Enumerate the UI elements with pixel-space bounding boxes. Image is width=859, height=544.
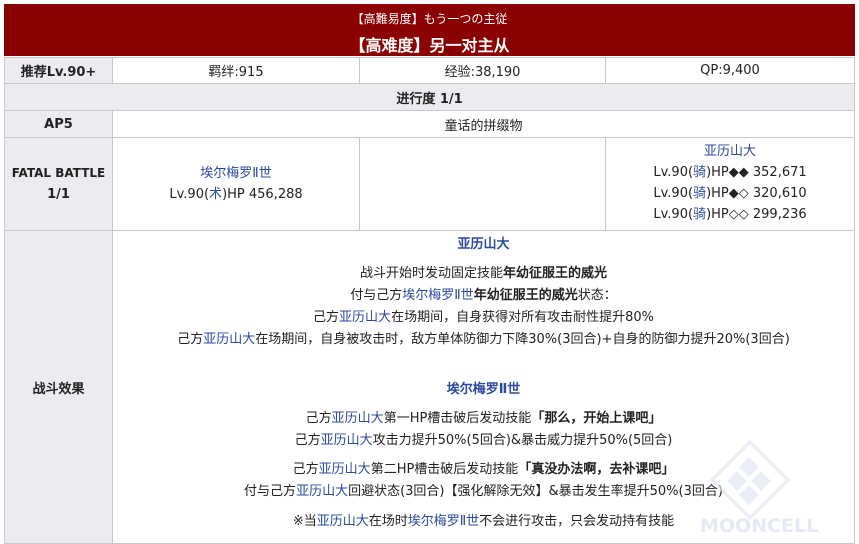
quest-title-jp: 【高難易度】もう一つの主従 xyxy=(351,12,508,26)
ap-cost: AP5 xyxy=(4,110,113,138)
servant-link[interactable]: 亚历山大 xyxy=(321,433,373,448)
effect-line: 己方亚历山大攻击力提升50%(5回合)&暴击威力提升50%(5回合) xyxy=(294,433,673,448)
effect-line: 战斗开始时发动固定技能年幼征服王的威光 xyxy=(359,266,608,281)
servant-link[interactable]: 亚历山大 xyxy=(296,484,348,499)
enemy-alexander-stats-2: Lv.90(骑)HP◆◇ 320,610 xyxy=(653,186,807,201)
servant-link[interactable]: 亚历山大 xyxy=(203,332,255,347)
servant-link[interactable]: 亚历山大 xyxy=(339,310,391,325)
quest-title-bar: 【高難易度】もう一つの主従 【高难度】另一对主从 xyxy=(4,4,855,56)
effect-line: 付与己方埃尔梅罗Ⅱ世年幼征服王的威光状态： xyxy=(350,288,617,303)
drop-item-name: 童话的拼缀物 xyxy=(444,118,523,134)
class-link[interactable]: 术 xyxy=(209,187,222,202)
recommend-level: 推荐Lv.90+ xyxy=(4,57,113,84)
fatal-battle-label: FATAL BATTLE 1/1 xyxy=(4,137,113,231)
servant-link[interactable]: 亚历山大 xyxy=(317,514,369,529)
servant-link[interactable]: 亚历山大 xyxy=(319,462,371,477)
effect-note: ※当亚历山大在场时埃尔梅罗Ⅱ世不会进行攻击，只会发动持有技能 xyxy=(292,514,675,529)
class-link[interactable]: 骑 xyxy=(693,165,706,180)
skill-name: 年幼征服王的威光 xyxy=(503,266,608,281)
quest-title-cn: 【高难度】另一对主从 xyxy=(349,36,510,55)
enemy-alexander-stats-1: Lv.90(骑)HP◆◆ 352,671 xyxy=(653,165,807,180)
battle-effects-label: 战斗效果 xyxy=(4,230,113,544)
progress-row: 进行度 1/1 xyxy=(4,83,855,111)
enemy-alexander-link[interactable]: 亚历山大 xyxy=(704,141,756,162)
servant-link[interactable]: 埃尔梅罗Ⅱ世 xyxy=(402,288,473,303)
enemy-elmelloi-link[interactable]: 埃尔梅罗Ⅱ世 xyxy=(200,163,271,184)
skill-name: 「真没办法啊，去补课吧」 xyxy=(518,462,675,477)
quest-page: 【高難易度】もう一つの主従 【高难度】另一对主从 推荐Lv.90+ 羁绊:915… xyxy=(0,0,859,544)
enemy-elmelloi: 埃尔梅罗Ⅱ世 Lv.90(术)HP 456,288 xyxy=(112,137,360,231)
effect-section-alexander[interactable]: 亚历山大 xyxy=(457,237,509,252)
effect-line: 己方亚历山大第二HP槽击破后发动技能「真没办法啊，去补课吧」 xyxy=(292,462,675,477)
effect-line: 己方亚历山大在场期间，自身被攻击时，敌方单体防御力下降30%(3回合)+自身的防… xyxy=(177,332,790,347)
effect-line: 己方亚历山大第一HP槽击破后发动技能「那么，开始上课吧」 xyxy=(305,411,662,426)
effect-line: 付与己方亚历山大回避状态(3回合)【强化解除无效】&暴击发生率提升50%(3回合… xyxy=(244,484,723,499)
effect-section-elmelloi[interactable]: 埃尔梅罗Ⅱ世 xyxy=(447,382,521,397)
servant-link[interactable]: 埃尔梅罗Ⅱ世 xyxy=(408,514,479,529)
drop-item: 童话的拼缀物 xyxy=(112,110,855,138)
effect-line: 己方亚历山大在场期间，自身获得对所有攻击耐性提升80% xyxy=(313,310,654,325)
class-link[interactable]: 骑 xyxy=(693,186,706,201)
enemy-elmelloi-stats: Lv.90(术)HP 456,288 xyxy=(169,187,303,202)
fatal-battle-count: 1/1 xyxy=(47,187,70,202)
enemy-alexander-stats-3: Lv.90(骑)HP◇◇ 299,236 xyxy=(653,207,807,222)
battle-effects-content: 亚历山大 战斗开始时发动固定技能年幼征服王的威光 付与己方埃尔梅罗Ⅱ世年幼征服王… xyxy=(112,230,855,544)
class-link[interactable]: 骑 xyxy=(693,207,706,222)
enemy-slot-empty xyxy=(359,137,606,231)
exp-value: 经验:38,190 xyxy=(359,57,606,84)
enemy-alexander: 亚历山大 Lv.90(骑)HP◆◆ 352,671 Lv.90(骑)HP◆◇ 3… xyxy=(605,137,855,231)
qp-value: QP:9,400 xyxy=(605,57,855,84)
bond-value: 羁绊:915 xyxy=(112,57,360,84)
servant-link[interactable]: 亚历山大 xyxy=(332,411,384,426)
fatal-battle-title: FATAL BATTLE xyxy=(11,166,106,180)
skill-name: 「那么，开始上课吧」 xyxy=(531,411,662,426)
